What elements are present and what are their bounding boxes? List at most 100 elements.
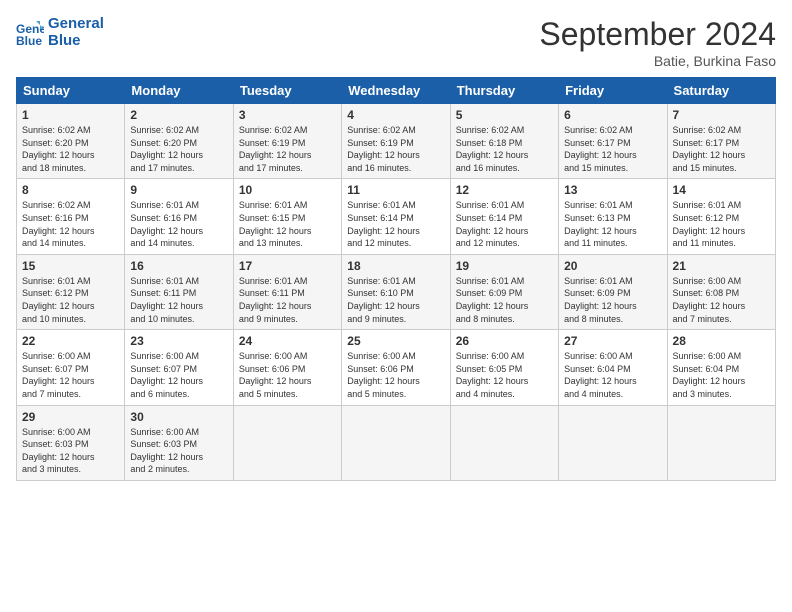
day-number: 26	[456, 334, 553, 348]
calendar-cell-day-8: 8 Sunrise: 6:02 AM Sunset: 6:16 PM Daylig…	[17, 179, 125, 254]
cell-details: Sunrise: 6:01 AM Sunset: 6:10 PM Dayligh…	[347, 275, 444, 325]
svg-text:Blue: Blue	[16, 34, 42, 47]
cell-details: Sunrise: 6:00 AM Sunset: 6:06 PM Dayligh…	[347, 350, 444, 400]
calendar-cell-day-29: 29Sunrise: 6:00 AM Sunset: 6:03 PM Dayli…	[17, 405, 125, 480]
calendar-cell-empty	[342, 405, 450, 480]
cell-details: Sunrise: 6:00 AM Sunset: 6:06 PM Dayligh…	[239, 350, 336, 400]
day-header-tuesday: Tuesday	[233, 78, 341, 104]
day-number: 19	[456, 259, 553, 273]
cell-details: Sunrise: 6:01 AM Sunset: 6:12 PM Dayligh…	[673, 199, 770, 249]
calendar-cell-day-28: 28 Sunrise: 6:00 AM Sunset: 6:04 PM Dayli…	[667, 330, 775, 405]
day-number: 10	[239, 183, 336, 197]
day-number: 18	[347, 259, 444, 273]
day-number: 11	[347, 183, 444, 197]
day-header-thursday: Thursday	[450, 78, 558, 104]
calendar-cell-day-12: 12 Sunrise: 6:01 AM Sunset: 6:14 PM Dayli…	[450, 179, 558, 254]
calendar-cell-day-27: 27Sunrise: 6:00 AM Sunset: 6:04 PM Dayli…	[559, 330, 667, 405]
day-number: 9	[130, 183, 227, 197]
calendar-cell-day-25: 25 Sunrise: 6:00 AM Sunset: 6:06 PM Dayli…	[342, 330, 450, 405]
cell-details: Sunrise: 6:01 AM Sunset: 6:09 PM Dayligh…	[564, 275, 661, 325]
page-header: General Blue General Blue September 2024…	[16, 16, 776, 69]
calendar-cell-day-6: 6Sunrise: 6:02 AM Sunset: 6:17 PM Daylig…	[559, 104, 667, 179]
day-number: 16	[130, 259, 227, 273]
day-number: 24	[239, 334, 336, 348]
calendar-cell-empty	[559, 405, 667, 480]
cell-details: Sunrise: 6:00 AM Sunset: 6:03 PM Dayligh…	[130, 426, 227, 476]
day-number: 6	[564, 108, 661, 122]
day-number: 22	[22, 334, 119, 348]
day-number: 14	[673, 183, 770, 197]
day-header-saturday: Saturday	[667, 78, 775, 104]
calendar-cell-day-22: 22 Sunrise: 6:00 AM Sunset: 6:07 PM Dayli…	[17, 330, 125, 405]
cell-details: Sunrise: 6:01 AM Sunset: 6:09 PM Dayligh…	[456, 275, 553, 325]
day-number: 1	[22, 108, 119, 122]
day-number: 23	[130, 334, 227, 348]
day-number: 25	[347, 334, 444, 348]
calendar-header-row: SundayMondayTuesdayWednesdayThursdayFrid…	[17, 78, 776, 104]
calendar-cell-day-11: 11 Sunrise: 6:01 AM Sunset: 6:14 PM Dayli…	[342, 179, 450, 254]
calendar-cell-day-2: 2Sunrise: 6:02 AM Sunset: 6:20 PM Daylig…	[125, 104, 233, 179]
calendar-cell-day-19: 19 Sunrise: 6:01 AM Sunset: 6:09 PM Dayli…	[450, 254, 558, 329]
calendar-cell-day-26: 26 Sunrise: 6:00 AM Sunset: 6:05 PM Dayli…	[450, 330, 558, 405]
cell-details: Sunrise: 6:02 AM Sunset: 6:16 PM Dayligh…	[22, 199, 119, 249]
cell-details: Sunrise: 6:02 AM Sunset: 6:20 PM Dayligh…	[130, 124, 227, 174]
calendar-cell-day-20: 20Sunrise: 6:01 AM Sunset: 6:09 PM Dayli…	[559, 254, 667, 329]
month-title: September 2024	[539, 16, 776, 53]
calendar-cell-day-3: 3 Sunrise: 6:02 AM Sunset: 6:19 PM Daylig…	[233, 104, 341, 179]
cell-details: Sunrise: 6:02 AM Sunset: 6:18 PM Dayligh…	[456, 124, 553, 174]
cell-details: Sunrise: 6:01 AM Sunset: 6:16 PM Dayligh…	[130, 199, 227, 249]
day-number: 13	[564, 183, 661, 197]
calendar-cell-day-4: 4Sunrise: 6:02 AM Sunset: 6:19 PM Daylig…	[342, 104, 450, 179]
logo-icon: General Blue	[16, 19, 44, 47]
cell-details: Sunrise: 6:01 AM Sunset: 6:14 PM Dayligh…	[456, 199, 553, 249]
day-header-friday: Friday	[559, 78, 667, 104]
cell-details: Sunrise: 6:00 AM Sunset: 6:04 PM Dayligh…	[564, 350, 661, 400]
calendar-row-5: 29 Sunrise: 6:00 AM Sunset: 6:03 PM Dayli…	[17, 405, 776, 480]
day-number: 8	[22, 183, 119, 197]
title-block: September 2024 Batie, Burkina Faso	[539, 16, 776, 69]
cell-details: Sunrise: 6:01 AM Sunset: 6:15 PM Dayligh…	[239, 199, 336, 249]
calendar-cell-day-1: 1Sunrise: 6:02 AM Sunset: 6:20 PM Daylig…	[17, 104, 125, 179]
calendar-cell-day-30: 30 Sunrise: 6:00 AM Sunset: 6:03 PM Dayli…	[125, 405, 233, 480]
logo-line1: General	[48, 16, 104, 33]
calendar-cell-empty	[667, 405, 775, 480]
cell-details: Sunrise: 6:02 AM Sunset: 6:17 PM Dayligh…	[673, 124, 770, 174]
cell-details: Sunrise: 6:02 AM Sunset: 6:19 PM Dayligh…	[239, 124, 336, 174]
logo-line2: Blue	[48, 33, 104, 50]
calendar-row-1: 1 Sunrise: 6:02 AM Sunset: 6:20 PM Daylig…	[17, 104, 776, 179]
day-number: 12	[456, 183, 553, 197]
cell-details: Sunrise: 6:01 AM Sunset: 6:14 PM Dayligh…	[347, 199, 444, 249]
calendar-cell-day-18: 18 Sunrise: 6:01 AM Sunset: 6:10 PM Dayli…	[342, 254, 450, 329]
day-header-wednesday: Wednesday	[342, 78, 450, 104]
calendar-cell-day-7: 7 Sunrise: 6:02 AM Sunset: 6:17 PM Daylig…	[667, 104, 775, 179]
cell-details: Sunrise: 6:02 AM Sunset: 6:19 PM Dayligh…	[347, 124, 444, 174]
day-header-monday: Monday	[125, 78, 233, 104]
day-number: 21	[673, 259, 770, 273]
calendar-cell-day-9: 9 Sunrise: 6:01 AM Sunset: 6:16 PM Daylig…	[125, 179, 233, 254]
day-number: 28	[673, 334, 770, 348]
calendar-table: SundayMondayTuesdayWednesdayThursdayFrid…	[16, 77, 776, 481]
cell-details: Sunrise: 6:00 AM Sunset: 6:07 PM Dayligh…	[22, 350, 119, 400]
day-number: 15	[22, 259, 119, 273]
day-number: 3	[239, 108, 336, 122]
day-number: 29	[22, 410, 119, 424]
calendar-cell-day-10: 10 Sunrise: 6:01 AM Sunset: 6:15 PM Dayli…	[233, 179, 341, 254]
calendar-cell-day-23: 23 Sunrise: 6:00 AM Sunset: 6:07 PM Dayli…	[125, 330, 233, 405]
cell-details: Sunrise: 6:00 AM Sunset: 6:04 PM Dayligh…	[673, 350, 770, 400]
cell-details: Sunrise: 6:00 AM Sunset: 6:07 PM Dayligh…	[130, 350, 227, 400]
cell-details: Sunrise: 6:01 AM Sunset: 6:11 PM Dayligh…	[239, 275, 336, 325]
calendar-cell-day-24: 24 Sunrise: 6:00 AM Sunset: 6:06 PM Dayli…	[233, 330, 341, 405]
day-number: 7	[673, 108, 770, 122]
day-header-sunday: Sunday	[17, 78, 125, 104]
cell-details: Sunrise: 6:00 AM Sunset: 6:05 PM Dayligh…	[456, 350, 553, 400]
cell-details: Sunrise: 6:01 AM Sunset: 6:11 PM Dayligh…	[130, 275, 227, 325]
cell-details: Sunrise: 6:01 AM Sunset: 6:13 PM Dayligh…	[564, 199, 661, 249]
calendar-cell-day-5: 5 Sunrise: 6:02 AM Sunset: 6:18 PM Daylig…	[450, 104, 558, 179]
day-number: 5	[456, 108, 553, 122]
day-number: 30	[130, 410, 227, 424]
calendar-cell-empty	[233, 405, 341, 480]
calendar-cell-day-14: 14 Sunrise: 6:01 AM Sunset: 6:12 PM Dayli…	[667, 179, 775, 254]
logo: General Blue General Blue	[16, 16, 104, 49]
calendar-cell-day-13: 13 Sunrise: 6:01 AM Sunset: 6:13 PM Dayli…	[559, 179, 667, 254]
cell-details: Sunrise: 6:00 AM Sunset: 6:08 PM Dayligh…	[673, 275, 770, 325]
